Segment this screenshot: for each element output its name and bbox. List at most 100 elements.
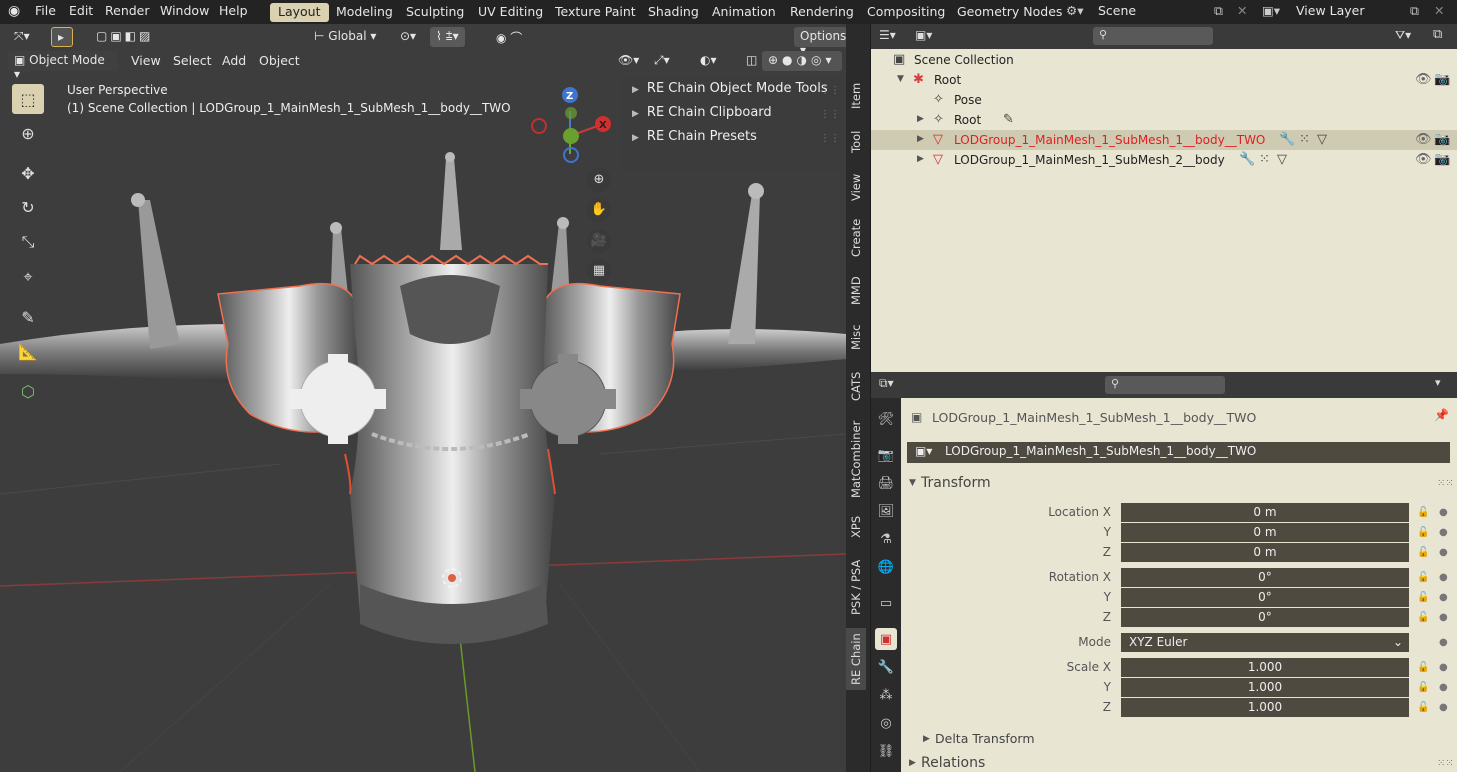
workspace-tab-geometry-nodes[interactable]: Geometry Nodes xyxy=(949,3,1070,22)
xray-icon[interactable]: ◫ xyxy=(740,51,763,71)
outliner-row-mesh-2[interactable]: ▶ ▽ LODGroup_1_MainMesh_1_SubMesh_2__bod… xyxy=(871,150,1457,170)
lock-icon[interactable]: 🔓 xyxy=(1417,527,1429,538)
transform-pivot-icon[interactable]: ⤧▾ xyxy=(8,27,36,47)
render-camera-icon[interactable]: 📷 xyxy=(1434,72,1450,87)
modifiers-wrench-icon[interactable]: 🔧 xyxy=(875,656,897,678)
workspace-tab-layout[interactable]: Layout xyxy=(270,3,329,22)
overlays-icon[interactable]: ◐▾ xyxy=(694,51,723,71)
constraints-icon[interactable]: ⛓ xyxy=(875,740,897,762)
render-icon[interactable]: 📷 xyxy=(875,444,897,466)
lock-icon[interactable]: 🔓 xyxy=(1417,507,1429,518)
keyframe-dot-icon[interactable]: ● xyxy=(1439,572,1448,583)
filter-icon[interactable]: ⛛▾ xyxy=(1395,28,1411,43)
drag-handle-icon[interactable]: ⋮⋮ xyxy=(820,109,840,120)
keyframe-dot-icon[interactable]: ● xyxy=(1439,662,1448,673)
editor-type-icon[interactable]: ☰▾ xyxy=(879,28,896,42)
transform-tool-icon[interactable]: ⌖ xyxy=(12,262,44,292)
tab-psk-psa[interactable]: PSK / PSA xyxy=(846,550,866,624)
tab-cats[interactable]: CATS xyxy=(846,362,866,410)
lock-icon[interactable]: 🔓 xyxy=(1417,547,1429,558)
drag-handle-icon[interactable]: ⁙⁙ xyxy=(1437,758,1454,769)
display-mode-icon[interactable]: ▣▾ xyxy=(915,28,932,42)
expand-triangle-icon[interactable]: ▶ xyxy=(917,154,924,164)
new-scene-icon[interactable]: ⧉ xyxy=(1214,3,1223,19)
collapse-triangle-icon[interactable]: ▶ xyxy=(909,758,916,768)
collapse-triangle-icon[interactable]: ▼ xyxy=(909,478,916,488)
menu-window[interactable]: Window xyxy=(160,3,209,18)
re-chain-clipboard[interactable]: ▶ RE Chain Clipboard xyxy=(632,105,772,120)
scene-name[interactable]: Scene xyxy=(1098,3,1136,18)
outliner-row-pose[interactable]: ✧ Pose xyxy=(871,90,1457,110)
keyframe-dot-icon[interactable]: ● xyxy=(1439,527,1448,538)
lock-icon[interactable]: 🔓 xyxy=(1417,612,1429,623)
expand-triangle-icon[interactable]: ▶ xyxy=(917,134,924,144)
menu-edit[interactable]: Edit xyxy=(69,3,93,18)
view-layer-icon[interactable]: ▣▾ xyxy=(1262,3,1280,18)
workspace-tab-rendering[interactable]: Rendering xyxy=(782,3,862,22)
transform-panel-title[interactable]: Transform xyxy=(921,475,991,491)
collection-icon[interactable]: ▭ xyxy=(875,592,897,614)
render-camera-icon[interactable]: 📷 xyxy=(1434,152,1450,167)
rotation-x-field[interactable]: 0° xyxy=(1121,568,1409,587)
visibility-icon[interactable]: 👁▾ xyxy=(612,51,645,71)
tab-create[interactable]: Create xyxy=(846,212,866,264)
menu-render[interactable]: Render xyxy=(105,3,150,18)
location-z-field[interactable]: 0 m xyxy=(1121,543,1409,562)
lock-icon[interactable]: 🔓 xyxy=(1417,702,1429,713)
mode-select[interactable]: ▣ Object Mode ▾ xyxy=(8,51,118,81)
drag-handle-icon[interactable]: ⋮⋮ xyxy=(820,85,840,96)
scale-z-field[interactable]: 1.000 xyxy=(1121,698,1409,717)
menu-help[interactable]: Help xyxy=(219,3,248,18)
new-collection-icon[interactable]: ⧉ xyxy=(1433,27,1442,42)
physics-icon[interactable]: ◎ xyxy=(875,712,897,734)
delete-scene-icon[interactable]: ✕ xyxy=(1237,3,1247,18)
delta-transform-panel[interactable]: Delta Transform xyxy=(935,731,1035,746)
editor-type-icon[interactable]: ⧉▾ xyxy=(879,376,894,391)
keyframe-dot-icon[interactable]: ● xyxy=(1439,702,1448,713)
workspace-tab-compositing[interactable]: Compositing xyxy=(859,3,953,22)
new-view-layer-icon[interactable]: ⧉ xyxy=(1410,3,1419,19)
shading-mode-icons[interactable]: ⊕●◑◎▾ xyxy=(762,51,842,71)
3d-viewport[interactable]: Z X ⤧▾ ▸ ▢▣◧▨ ⊢ Global ▾ ⊙▾ ⌇ ⩲▾ ◉ ⌒ Opt… xyxy=(0,24,846,772)
lock-icon[interactable]: 🔓 xyxy=(1417,682,1429,693)
scale-x-field[interactable]: 1.000 xyxy=(1121,658,1409,677)
keyframe-dot-icon[interactable]: ● xyxy=(1439,612,1448,623)
tool-settings-icon[interactable]: 🛠 xyxy=(875,408,897,430)
expand-triangle-icon[interactable]: ▼ xyxy=(897,74,904,84)
workspace-tab-shading[interactable]: Shading xyxy=(640,3,707,22)
rotate-tool-icon[interactable]: ↻ xyxy=(12,192,44,222)
tab-item[interactable]: Item xyxy=(846,74,866,118)
pin-icon[interactable]: 📌 xyxy=(1434,408,1449,422)
viewport-menu-select[interactable]: Select xyxy=(173,53,212,68)
keyframe-dot-icon[interactable]: ● xyxy=(1439,592,1448,603)
blender-logo-icon[interactable]: ◉ xyxy=(8,3,20,19)
workspace-tab-sculpting[interactable]: Sculpting xyxy=(398,3,472,22)
keyframe-dot-icon[interactable]: ● xyxy=(1439,682,1448,693)
pan-hand-icon[interactable]: ✋ xyxy=(587,198,611,222)
rotation-z-field[interactable]: 0° xyxy=(1121,608,1409,627)
selection-mode-icons[interactable]: ▢▣◧▨ xyxy=(90,27,184,47)
outliner-search-input[interactable]: ⚲ xyxy=(1093,27,1213,45)
camera-view-icon[interactable]: 🎥 xyxy=(587,229,611,253)
add-cube-tool-icon[interactable]: ⬡ xyxy=(12,376,44,406)
output-icon[interactable]: 🖨 xyxy=(875,472,897,494)
relations-panel[interactable]: Relations xyxy=(921,755,985,771)
expand-triangle-icon[interactable]: ▶ xyxy=(917,114,924,124)
ortho-grid-icon[interactable]: ▦ xyxy=(587,259,611,283)
options-dropdown[interactable]: Options ▾ xyxy=(794,27,846,57)
outliner-row-mesh-1[interactable]: ▶ ▽ LODGroup_1_MainMesh_1_SubMesh_1__bod… xyxy=(871,130,1457,150)
workspace-tab-texture-paint[interactable]: Texture Paint xyxy=(547,3,644,22)
drag-handle-icon[interactable]: ⁙⁙ xyxy=(1437,478,1454,489)
snap-icon[interactable]: ⌇ ⩲▾ xyxy=(430,27,465,47)
tab-tool[interactable]: Tool xyxy=(846,122,866,162)
delete-view-layer-icon[interactable]: ✕ xyxy=(1434,3,1444,18)
menu-file[interactable]: File xyxy=(35,3,56,18)
chevron-down-icon[interactable]: ▾ xyxy=(1435,376,1441,389)
scale-tool-icon[interactable]: ⤡ xyxy=(12,227,44,257)
object-selector[interactable]: ▣▾ LODGroup_1_MainMesh_1_SubMesh_1__body… xyxy=(907,442,1450,463)
workspace-tab-uv-editing[interactable]: UV Editing xyxy=(470,3,551,22)
view-layer-icon[interactable]: 🖼 xyxy=(875,500,897,522)
re-chain-object-mode-tools[interactable]: ▶ RE Chain Object Mode Tools xyxy=(632,81,828,96)
transform-orientation-select[interactable]: ⊢ Global ▾ xyxy=(308,27,388,47)
visibility-eye-icon[interactable]: 👁 xyxy=(1415,72,1432,87)
